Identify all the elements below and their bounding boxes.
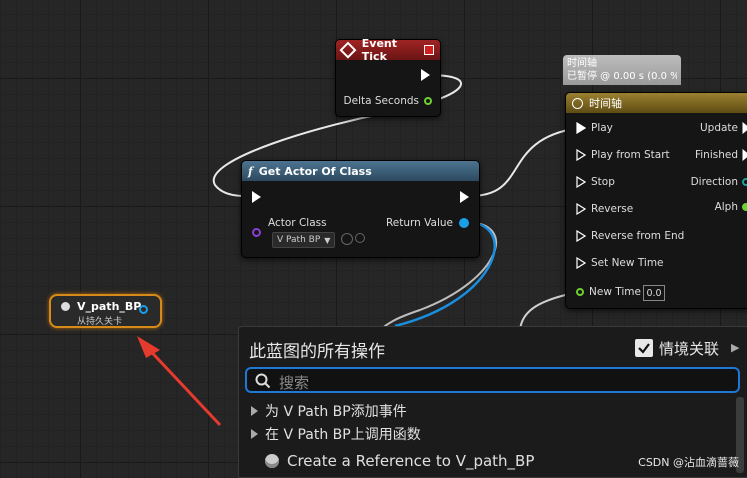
timeline-output-label: Update: [699, 122, 738, 134]
return-value-label: Return Value: [385, 217, 453, 229]
timeline-input-label: Set New Time: [591, 257, 664, 269]
timeline-output-label: Direction: [690, 176, 738, 188]
get-actor-of-class-node[interactable]: f Get Actor Of Class Actor Class V Path …: [241, 160, 480, 258]
list-item-call-function[interactable]: 在 V Path BP上调用函数: [251, 424, 421, 444]
variable-out-pin[interactable]: [139, 305, 148, 314]
timeline-input-row[interactable]: Set New Time: [576, 257, 664, 269]
red-arrow-left-head: [137, 336, 160, 358]
timeline-output-row[interactable]: Direction: [691, 176, 747, 188]
timeline-annotation: 时间轴 已暂停 @ 0.00 s (0.0 %): [563, 55, 681, 85]
exec-in-pin[interactable]: [576, 257, 586, 269]
float-pin[interactable]: [576, 288, 584, 296]
timeline-input-label: Play from Start: [591, 149, 670, 161]
delegate-pin-icon[interactable]: [424, 45, 434, 55]
timeline-input-label: Stop: [591, 176, 615, 188]
timeline-output-row[interactable]: Alph: [715, 201, 747, 213]
exec-in-pin[interactable]: [576, 230, 586, 242]
event-tick-title: Event Tick: [361, 37, 398, 63]
context-sensitive-label: 情境关联: [659, 340, 720, 358]
get-actor-header: f Get Actor Of Class: [242, 161, 479, 181]
class-dropdown-value: V Path BP: [277, 235, 321, 245]
timeline-input-label: New Time: [589, 286, 641, 298]
list-item-label: 在 V Path BP上调用函数: [265, 427, 421, 443]
annotation-line2: 已暂停 @ 0.00 s (0.0 %): [567, 71, 677, 82]
output-data-pin[interactable]: [742, 203, 747, 211]
timeline-header: 时间轴: [566, 93, 747, 113]
exec-in-pin[interactable]: [252, 191, 261, 203]
list-item-create-reference[interactable]: Create a Reference to V_path_BP: [265, 452, 534, 470]
timeline-input-label: Reverse from End: [591, 230, 685, 242]
level-actor-icon: [61, 302, 70, 311]
return-value-pin[interactable]: [459, 218, 469, 228]
variable-node-v-path-bp[interactable]: V_path_BP 从持久关卡: [49, 294, 162, 328]
search-placeholder: 搜索: [279, 374, 310, 392]
browse-search-icon[interactable]: [355, 233, 365, 243]
search-input[interactable]: 搜索: [245, 367, 740, 393]
timeline-input-row[interactable]: Stop: [576, 176, 615, 188]
exec-in-pin[interactable]: [576, 149, 586, 161]
event-tick-header: Event Tick: [336, 37, 440, 63]
annotation-line1: 时间轴: [567, 58, 597, 69]
search-icon: [255, 373, 271, 389]
timeline-node[interactable]: 时间轴 Play Play from Start Stop Reverse Revers…: [565, 92, 747, 309]
exec-in-pin[interactable]: [576, 122, 586, 134]
watermark: CSDN @沾血滴蔷薇: [638, 456, 739, 469]
list-item-label: Create a Reference to V_path_BP: [287, 452, 535, 470]
expand-arrow-icon[interactable]: [251, 406, 258, 416]
red-arrow-left: [141, 341, 222, 427]
timeline-input-label: Reverse: [591, 203, 634, 215]
exec-out-pin[interactable]: [742, 122, 747, 134]
chevron-right-icon[interactable]: ▶: [731, 341, 739, 354]
list-item-add-event[interactable]: 为 V Path BP添加事件: [251, 401, 407, 421]
delta-seconds-label: Delta Seconds: [343, 95, 419, 107]
context-sensitive-checkbox[interactable]: [635, 339, 653, 357]
actor-class-label: Actor Class: [268, 217, 327, 229]
event-tick-node[interactable]: Event Tick Delta Seconds: [335, 37, 441, 117]
timeline-output-label: Alph: [714, 201, 738, 213]
actor-reference-icon: [265, 454, 279, 468]
timeline-input-row[interactable]: Play: [576, 122, 613, 134]
class-pin[interactable]: [252, 228, 261, 237]
timeline-input-row[interactable]: Reverse: [576, 203, 633, 215]
chevron-down-icon: ▼: [324, 235, 331, 245]
new-time-value: 0.0: [646, 287, 662, 299]
exec-in-pin[interactable]: [576, 176, 586, 188]
expand-arrow-icon[interactable]: [251, 429, 258, 439]
timeline-output-label: Finished: [694, 149, 738, 161]
exec-out-pin[interactable]: [460, 191, 469, 203]
timeline-title: 时间轴: [589, 97, 622, 110]
exec-out-pin[interactable]: [421, 69, 430, 81]
output-data-pin[interactable]: [742, 178, 747, 186]
timeline-input-label: Play: [591, 122, 613, 134]
exec-wire-play: [469, 127, 579, 197]
use-asset-icon[interactable]: [341, 233, 353, 245]
list-item-label: 为 V Path BP添加事件: [265, 404, 407, 420]
timeline-output-row[interactable]: Update: [700, 122, 747, 134]
new-time-field[interactable]: 0.0: [643, 285, 665, 301]
class-dropdown[interactable]: V Path BP ▼: [272, 232, 336, 248]
timeline-output-row[interactable]: Finished: [695, 149, 747, 161]
timeline-input-row[interactable]: Reverse from End: [576, 230, 684, 242]
menu-title: 此蓝图的所有操作: [249, 342, 385, 362]
variable-name: V_path_BP: [77, 300, 142, 313]
function-icon: f: [248, 164, 253, 178]
exec-in-pin[interactable]: [576, 203, 586, 215]
variable-subtitle: 从持久关卡: [77, 317, 123, 327]
checkmark-icon: [638, 343, 650, 354]
event-diamond-icon: [339, 41, 357, 59]
clock-icon: [572, 97, 583, 109]
timeline-input-row[interactable]: Play from Start: [576, 149, 670, 161]
delta-seconds-pin[interactable]: [424, 97, 432, 105]
get-actor-title: Get Actor Of Class: [258, 164, 372, 178]
timeline-input-row[interactable]: New Time: [576, 286, 641, 298]
exec-out-pin[interactable]: [742, 149, 747, 161]
